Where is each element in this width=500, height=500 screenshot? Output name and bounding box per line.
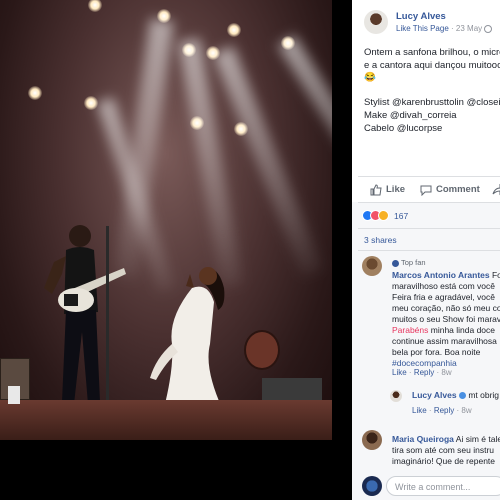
guitarist (44, 225, 126, 404)
comment-text: bela por fora. Boa noite (392, 347, 481, 357)
post-meta: Like This Page · 23 May (396, 24, 493, 33)
comment-composer[interactable] (386, 476, 500, 496)
comment-author[interactable]: Maria Queiroga (392, 434, 454, 444)
comment-like-link[interactable]: Like (392, 368, 407, 377)
page-name[interactable]: Lucy Alves (396, 11, 446, 22)
post-text-line: e a cantora aqui dançou muitooo (364, 60, 500, 71)
comment-input[interactable] (387, 479, 500, 495)
water-bottle (8, 386, 20, 404)
reply-body: Lucy Alves mt obrig (412, 390, 499, 401)
commenter-avatar[interactable] (362, 256, 382, 276)
comment-icon (420, 185, 432, 196)
top-fan-badge: Top fan (392, 258, 426, 267)
credit-stylist: Stylist @karenbrusttolin @closei (364, 97, 500, 108)
post-text-line: Ontem a sanfona brilhou, o micro (364, 47, 500, 58)
reply-author[interactable]: Lucy Alves (412, 390, 457, 400)
comment-text: minha linda doce (428, 325, 496, 335)
haha-reaction-icon (378, 210, 389, 221)
comment-text: tira som até com seu instru (392, 445, 495, 455)
stage-light (227, 23, 241, 37)
stage-monitor (262, 378, 322, 400)
reply-time[interactable]: 8w (461, 406, 471, 415)
stage-light (28, 86, 42, 100)
globe-icon (484, 24, 493, 33)
divider (358, 176, 500, 177)
like-page-link[interactable]: Like This Page (396, 24, 449, 33)
commenter-avatar[interactable] (362, 430, 382, 450)
post-emoji: 😂 (364, 72, 376, 83)
post-date[interactable]: 23 May (456, 24, 482, 33)
comment-actions: Like · Reply · 8w (392, 368, 452, 377)
comment-text: Fo (491, 270, 500, 280)
post-photo[interactable] (0, 0, 352, 500)
comment-text: maravilhoso está com você (392, 281, 495, 291)
comment-text: imaginário! Que de repente (392, 456, 496, 466)
current-user-avatar (362, 476, 382, 496)
comment-reply-link[interactable]: Reply (414, 368, 434, 377)
comment-text: muitos o seu Show foi marav (392, 314, 500, 324)
reply-like-link[interactable]: Like (412, 406, 427, 415)
shares-count[interactable]: 3 shares (364, 235, 397, 245)
singer (150, 267, 225, 408)
drum-kit (244, 330, 280, 370)
top-fan-label: Top fan (400, 258, 426, 267)
top-fan-icon (392, 259, 399, 267)
reaction-count: 167 (394, 211, 409, 221)
comment-text: Feira fria e agradável, você (392, 292, 495, 302)
comment-text: Ai sim é tale (455, 434, 500, 444)
credit-make: Make @divah_correia (364, 110, 457, 121)
reply-text: mt obrig (468, 390, 500, 400)
mic-stand (106, 226, 109, 406)
comment-highlight: Parabéns (392, 325, 429, 335)
comment-button[interactable]: Comment (420, 182, 484, 198)
meta-separator: · (451, 24, 454, 33)
divider (358, 202, 500, 203)
thumbs-up-icon (370, 184, 382, 196)
page-avatar[interactable] (364, 10, 388, 34)
reply-actions: Like · Reply · 8w (412, 406, 472, 415)
comment-body: Maria Queiroga Ai sim é tale tira som at… (392, 434, 500, 467)
comment-body: Marcos Antonio Arantes Fo maravilhoso es… (392, 270, 500, 369)
stage-light (88, 0, 102, 12)
like-button[interactable]: Like (370, 182, 410, 198)
post-sidebar: Lucy Alves Like This Page · 23 May Ontem… (352, 0, 500, 500)
verified-icon (458, 392, 466, 400)
reply-reply-link[interactable]: Reply (434, 406, 454, 415)
like-button-label: Like (386, 184, 406, 195)
comment-button-label: Comment (436, 184, 480, 195)
comment-text: meu coração, não só meu co (392, 303, 500, 313)
comment-time[interactable]: 8w (441, 368, 451, 377)
comment-text: continue assim maravilhosa (392, 336, 497, 346)
credit-hair: Cabelo @lucorpse (364, 123, 443, 134)
divider (358, 250, 500, 251)
reply-avatar[interactable] (390, 390, 402, 402)
divider (358, 228, 500, 229)
stage-floor (0, 400, 332, 440)
share-icon[interactable] (492, 184, 500, 196)
photo-letterbox (0, 440, 352, 500)
concert-photo (0, 0, 332, 440)
comment-author[interactable]: Marcos Antonio Arantes (392, 270, 490, 280)
